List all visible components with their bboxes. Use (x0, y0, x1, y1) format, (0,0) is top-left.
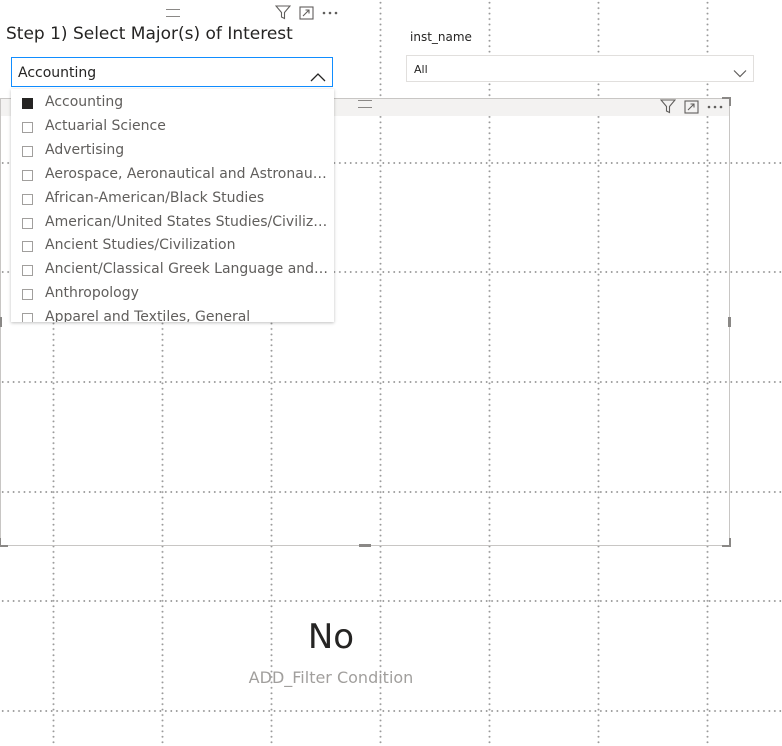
resize-handle[interactable] (722, 538, 731, 547)
chevron-up-icon[interactable] (310, 67, 326, 86)
card-value: No (307, 617, 355, 657)
inst-dropdown[interactable]: All (406, 55, 754, 82)
option-label: Advertising (45, 142, 125, 158)
chevron-down-icon[interactable] (733, 63, 747, 82)
list-item[interactable]: American/United States Studies/Civilizat… (11, 211, 334, 235)
visual-header (660, 99, 723, 114)
resize-handle[interactable] (722, 97, 731, 106)
resize-handle[interactable] (359, 544, 371, 547)
option-label: African-American/Black Studies (45, 190, 265, 206)
drag-grip-icon[interactable] (166, 9, 180, 17)
major-dropdown-value: Accounting (18, 65, 97, 81)
card-label: ADD_Filter Condition (248, 668, 414, 687)
option-label: American/United States Studies/Civilizat… (45, 214, 331, 230)
major-slicer-title: Step 1) Select Major(s) of Interest (6, 24, 293, 44)
option-label: Aerospace, Aeronautical and Astronautic.… (45, 166, 331, 182)
option-label: Ancient/Classical Greek Language and Lit… (45, 261, 331, 277)
filter-icon[interactable] (275, 5, 291, 20)
focus-mode-icon[interactable] (299, 5, 314, 20)
major-dropdown[interactable]: Accounting (11, 57, 333, 87)
list-item[interactable]: Ancient/Classical Greek Language and Lit… (11, 258, 334, 282)
list-item[interactable]: Actuarial Science (11, 115, 334, 139)
list-item[interactable]: Apparel and Textiles, General (11, 306, 334, 322)
list-item[interactable]: Advertising (11, 139, 334, 163)
major-options-list: Accounting Actuarial Science Advertising… (11, 89, 334, 322)
checkbox[interactable] (22, 170, 33, 181)
checkbox[interactable] (22, 265, 33, 276)
list-item[interactable]: Anthropology (11, 282, 334, 306)
focus-mode-icon[interactable] (684, 99, 699, 114)
more-options-icon[interactable] (707, 105, 723, 109)
visual-header (275, 5, 338, 20)
inst-dropdown-value: All (414, 63, 428, 76)
canvas-grid-line (0, 600, 782, 602)
option-label: Anthropology (45, 285, 139, 301)
checkbox[interactable] (22, 289, 33, 300)
option-label: Apparel and Textiles, General (45, 309, 251, 322)
list-item[interactable]: Ancient Studies/Civilization (11, 234, 334, 258)
resize-handle[interactable] (0, 538, 8, 547)
more-options-icon[interactable] (322, 11, 338, 15)
major-slicer: Step 1) Select Major(s) of Interest Acco… (0, 0, 346, 95)
checkbox[interactable] (22, 146, 33, 157)
list-item[interactable]: Aerospace, Aeronautical and Astronautic.… (11, 163, 334, 187)
checkbox[interactable] (22, 98, 33, 109)
option-label: Accounting (45, 94, 124, 110)
list-item[interactable]: African-American/Black Studies (11, 187, 334, 211)
resize-handle[interactable] (728, 317, 731, 327)
checkbox[interactable] (22, 241, 33, 252)
checkbox[interactable] (22, 122, 33, 133)
list-item[interactable]: Accounting (11, 91, 334, 115)
resize-handle[interactable] (0, 317, 2, 327)
drag-grip-icon[interactable] (358, 100, 372, 108)
checkbox[interactable] (22, 218, 33, 229)
option-label: Ancient Studies/Civilization (45, 237, 236, 253)
checkbox[interactable] (22, 194, 33, 205)
inst-slicer-title: inst_name (410, 30, 472, 44)
option-label: Actuarial Science (45, 118, 166, 134)
checkbox[interactable] (22, 313, 33, 322)
filter-icon[interactable] (660, 99, 676, 114)
canvas-grid-line (0, 710, 782, 712)
